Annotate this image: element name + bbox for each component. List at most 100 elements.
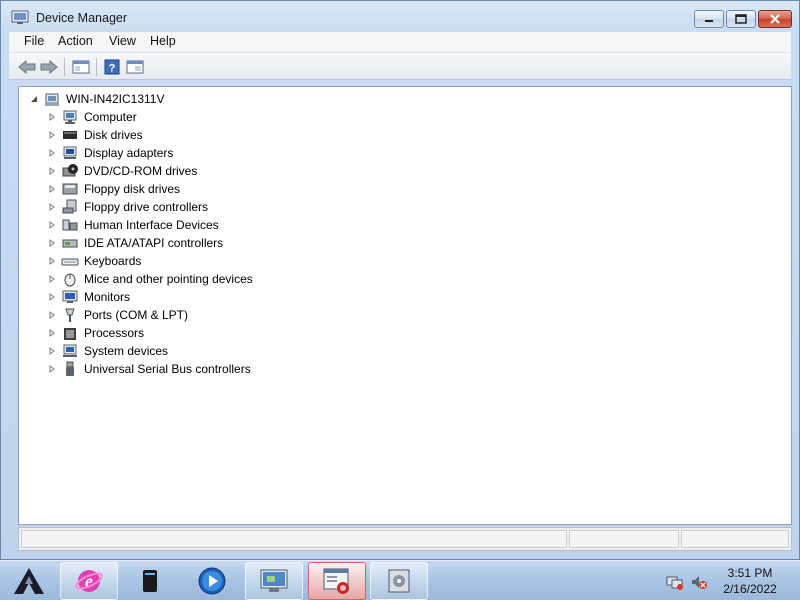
network-icon[interactable] [666, 574, 684, 590]
tree-item-label: Keyboards [84, 254, 142, 268]
restore-icon [735, 14, 747, 24]
svg-text:?: ? [109, 63, 116, 75]
disk-utility-icon [388, 569, 410, 593]
tree-item-mouse[interactable]: Mice and other pointing devices [47, 270, 253, 288]
help-icon: ? [104, 59, 120, 75]
volume-muted-icon[interactable] [690, 574, 708, 590]
device-manager-icon [11, 10, 29, 24]
tree-item-label: Floppy disk drives [84, 182, 181, 196]
usb-icon [66, 361, 74, 376]
port-icon [65, 308, 75, 322]
taskbar-disk-utility[interactable] [370, 562, 428, 600]
expand-icon[interactable] [47, 184, 57, 194]
tree-item-display-adapter[interactable]: Display adapters [47, 144, 173, 162]
tree-item-label: DVD/CD-ROM drives [84, 164, 198, 178]
disk-drive-icon [63, 131, 77, 139]
tree-item-label: Universal Serial Bus controllers [84, 362, 251, 376]
console-tree-icon [72, 60, 90, 74]
tree-item-keyboard[interactable]: Keyboards [47, 252, 141, 270]
expand-icon[interactable] [47, 364, 57, 374]
tree-item-label: IDE ATA/ATAPI controllers [84, 236, 224, 250]
tree-item-port[interactable]: Ports (COM & LPT) [47, 306, 188, 324]
drive-icon [143, 570, 157, 592]
clock-date: 2/16/2022 [723, 582, 777, 596]
properties-icon [126, 60, 144, 74]
taskbar-drive[interactable] [125, 562, 175, 600]
tree-item-computer[interactable]: Computer [47, 108, 137, 126]
show-hide-console-tree-button[interactable] [71, 58, 91, 76]
expand-icon[interactable] [47, 274, 57, 284]
properties-button[interactable] [125, 58, 145, 76]
floppy-controller-icon [62, 199, 77, 214]
tree-item-label: Mice and other pointing devices [84, 272, 253, 286]
keyboard-icon [61, 258, 79, 266]
minimize-icon [705, 20, 713, 22]
tree-item-label: Display adapters [84, 146, 174, 160]
menu-file[interactable]: File [24, 34, 44, 48]
start-icon [14, 568, 44, 594]
tree-item-monitor[interactable]: Monitors [47, 288, 130, 306]
computer-icon [63, 110, 77, 124]
forward-button[interactable] [39, 58, 59, 76]
minimize-button[interactable] [694, 10, 724, 28]
menu-view[interactable]: View [109, 34, 136, 48]
expand-icon[interactable] [47, 346, 57, 356]
taskbar-media-player[interactable] [187, 562, 237, 600]
toolbar-separator [96, 58, 97, 76]
toolbar: ? [9, 52, 791, 80]
expand-icon[interactable] [47, 256, 57, 266]
ide-controller-icon [62, 239, 78, 248]
tree-item-floppy-disk[interactable]: Floppy disk drives [47, 180, 180, 198]
menu-action[interactable]: Action [58, 34, 93, 48]
tree-item-disk-drive[interactable]: Disk drives [47, 126, 143, 144]
status-bar [18, 527, 792, 551]
tree-root[interactable]: WIN-IN42IC1311V [29, 90, 164, 108]
tree-item-label: Processors [84, 326, 145, 340]
expand-icon[interactable] [47, 328, 57, 338]
help-button[interactable]: ? [102, 58, 122, 76]
taskbar-internet-explorer[interactable]: e [60, 562, 118, 600]
collapse-icon[interactable] [29, 94, 39, 104]
processor-icon [64, 328, 76, 340]
system-clock[interactable]: 3:51 PM 2/16/2022 [712, 565, 788, 597]
expand-icon[interactable] [47, 148, 57, 158]
expand-icon[interactable] [47, 130, 57, 140]
status-pane-main [21, 530, 567, 548]
expand-icon[interactable] [47, 112, 57, 122]
tree-item-label: Monitors [84, 290, 131, 304]
tree-item-processor[interactable]: Processors [47, 324, 144, 342]
floppy-disk-icon [62, 183, 78, 195]
expand-icon[interactable] [47, 202, 57, 212]
clock-time: 3:51 PM [727, 566, 773, 580]
tree-item-dvd-drive[interactable]: DVD/CD-ROM drives [47, 162, 197, 180]
tree-item-floppy-controller[interactable]: Floppy drive controllers [47, 198, 208, 216]
status-pane-2 [569, 530, 679, 548]
menu-help[interactable]: Help [150, 34, 176, 48]
tree-item-ide-controller[interactable]: IDE ATA/ATAPI controllers [47, 234, 223, 252]
expand-icon[interactable] [47, 220, 57, 230]
tree-item-usb[interactable]: Universal Serial Bus controllers [47, 360, 251, 378]
system-device-icon [63, 344, 77, 357]
expand-icon[interactable] [47, 238, 57, 248]
title-bar[interactable]: Device Manager [1, 1, 799, 32]
tree-item-label: Ports (COM & LPT) [84, 308, 189, 322]
tree-item-hid[interactable]: Human Interface Devices [47, 216, 219, 234]
control-panel-icon [260, 569, 288, 592]
expand-icon[interactable] [47, 166, 57, 176]
tree-item-label: Computer [84, 110, 137, 124]
start-button[interactable] [4, 562, 54, 600]
tree-item-system-device[interactable]: System devices [47, 342, 168, 360]
maximize-button[interactable] [726, 10, 756, 28]
expand-icon[interactable] [47, 292, 57, 302]
taskbar-device-manager[interactable] [308, 562, 366, 600]
media-player-icon [198, 567, 226, 595]
toolbar-separator [64, 58, 65, 76]
close-icon [770, 14, 780, 24]
taskbar-control-panel[interactable] [245, 562, 303, 600]
tree-item-label: System devices [84, 344, 169, 358]
tree-item-label: Disk drives [84, 128, 143, 142]
back-button[interactable] [17, 58, 37, 76]
expand-icon[interactable] [47, 310, 57, 320]
close-button[interactable] [758, 10, 792, 28]
device-tree[interactable]: WIN-IN42IC1311V Computer Disk drives Displ… [18, 86, 792, 525]
